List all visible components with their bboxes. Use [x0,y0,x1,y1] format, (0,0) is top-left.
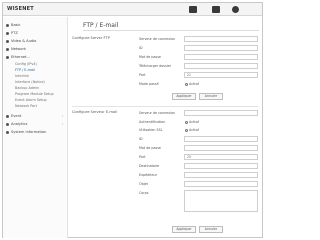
email-ssl-radio[interactable]: Activé [185,128,199,132]
ftp-row-label: Mode passif [139,82,159,86]
sidebar-subitem[interactable]: Backup Admin [15,86,39,90]
email-row-label: ID [139,137,143,141]
sidebar-subitem[interactable]: Network Port [15,104,37,108]
ftp-password-input[interactable] [184,54,258,60]
divider [83,30,259,31]
sidebar-subitem-active[interactable]: FTP / E-mail [15,68,35,72]
email-row-label: Mot de passe [139,146,161,150]
chevron-right-icon: › [62,114,64,118]
sidebar-item-ethernet[interactable]: Ethernet... [6,55,30,59]
email-subject-input[interactable] [184,181,258,187]
email-cancel-button[interactable]: Annuler [199,226,223,233]
chevron-right-icon: › [62,122,64,126]
email-section-label: Configure Serveur E-mail [72,110,118,114]
radio-icon [185,128,188,132]
ftp-row-label: Télécharger dossier [139,64,172,68]
ftp-port-input[interactable]: 21 [184,72,258,78]
ftp-section-label: Configure Server FTP [72,36,110,40]
monitor-icon[interactable] [189,6,197,13]
ftp-row-label: Serveur de connexion [139,37,176,41]
sidebar-item-video-audio[interactable]: Video & Audio [6,39,36,43]
brand-logo: WISENET [7,6,34,12]
sidebar: Basic PTZ Video & Audio Network Ethernet… [3,17,68,238]
basic-icon [6,23,9,27]
radio-icon [185,82,188,86]
section-divider [72,106,258,107]
email-recipient-input[interactable] [184,163,258,169]
ptz-icon [6,31,9,35]
video-icon[interactable] [212,6,220,13]
ftp-id-input[interactable] [184,45,258,51]
sidebar-subitem[interactable]: Interlink [15,74,29,78]
ftp-apply-button[interactable]: Appliquer [172,93,196,100]
email-row-label: Serveur de connexion [139,111,176,115]
main-content: FTP / E-mail Configure Server FTP Serveu… [69,17,262,238]
sidebar-subitem[interactable]: Program Module Setup [15,92,54,96]
video-audio-icon [6,39,9,43]
ftp-cancel-button[interactable]: Annuler [199,93,223,100]
settings-icon[interactable] [232,6,239,13]
ftp-passive-mode-radio[interactable]: Activé [185,82,199,86]
email-row-label: Authentification [139,120,166,124]
app-window: WISENET Basic PTZ Video & Audio Network … [2,2,263,238]
ftp-row-label: Port [139,73,146,77]
email-row-label: Utilisation SSL [139,128,163,132]
sidebar-item-event[interactable]: Event › [6,114,63,118]
ftp-row-label: Mot de passe [139,55,161,59]
email-row-label: Objet [139,182,148,186]
sidebar-subitem[interactable]: Config (IPv4) [15,62,37,66]
email-password-input[interactable] [184,145,258,151]
network-icon [6,47,9,51]
sidebar-item-ptz[interactable]: PTZ [6,31,18,35]
email-row-label: Expéditeur [139,173,157,177]
sidebar-item-system[interactable]: System Information [6,130,46,134]
ftp-row-label: ID [139,46,143,50]
sidebar-subitem[interactable]: Event Alarm Setup [15,98,47,102]
sidebar-subitem[interactable]: Interface (Notice) [15,80,45,84]
email-id-input[interactable] [184,136,258,142]
sidebar-item-basic[interactable]: Basic [6,23,21,27]
sidebar-item-analytics[interactable]: Analytics › [6,122,63,126]
email-auth-radio[interactable]: Activé [185,120,199,124]
sidebar-item-network[interactable]: Network [6,47,26,51]
email-server-input[interactable] [184,110,258,116]
email-row-label: Destinataire [139,164,160,168]
system-icon [6,130,9,134]
top-bar: WISENET [3,3,262,16]
ftp-upload-folder-input[interactable] [184,63,258,69]
event-icon [6,114,9,118]
email-port-input[interactable]: 25 [184,154,258,160]
ftp-server-input[interactable] [184,36,258,42]
analytics-icon [6,122,9,126]
ethernet-icon [6,55,9,59]
email-sender-input[interactable] [184,172,258,178]
page-title: FTP / E-mail [83,22,119,29]
email-row-label: Port [139,155,146,159]
email-body-textarea[interactable] [184,190,258,212]
radio-icon [185,120,188,124]
email-row-label: Corps [139,191,149,195]
email-apply-button[interactable]: Appliquer [172,226,196,233]
